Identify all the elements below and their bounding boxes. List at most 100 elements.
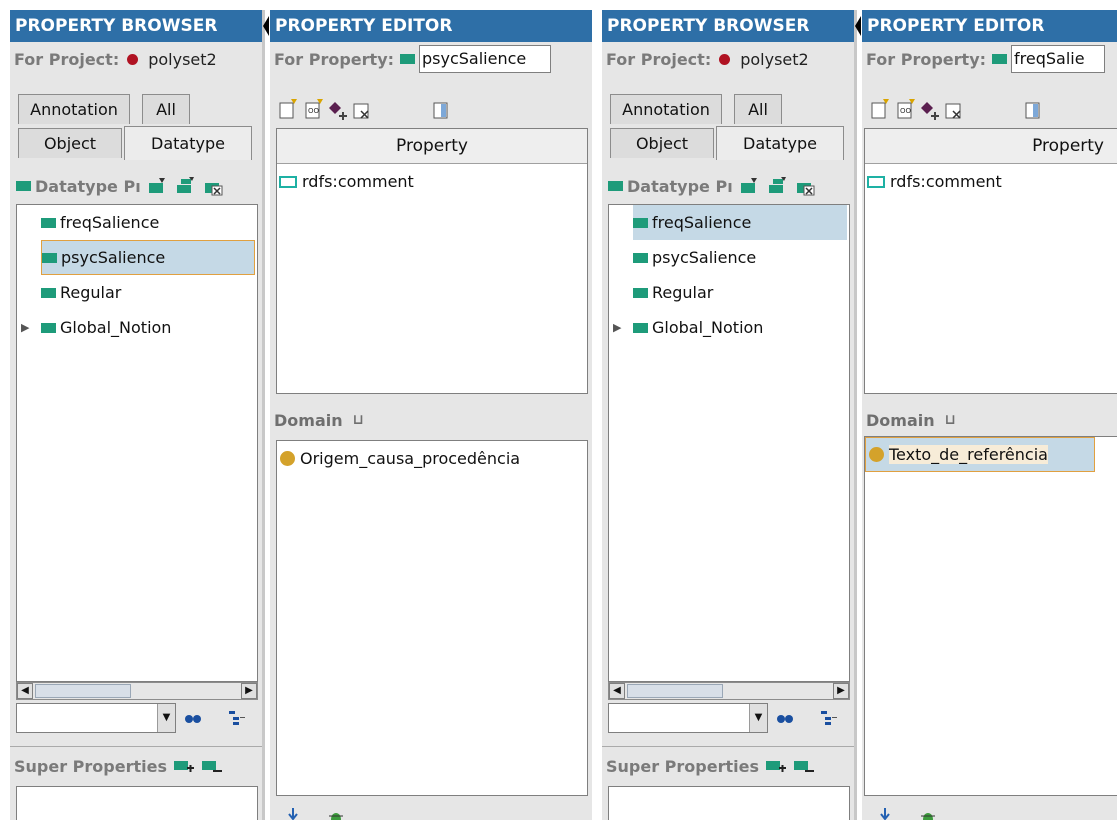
add-superproperty-icon[interactable] — [765, 758, 787, 776]
add-value-icon[interactable] — [328, 100, 350, 122]
view-panel-icon[interactable] — [1022, 100, 1044, 122]
right-tab-datatype[interactable]: Datatype — [716, 126, 844, 160]
left-search-combo[interactable]: ▼ — [16, 703, 176, 733]
datatype-icon — [41, 287, 56, 298]
column-header-property[interactable]: Property — [277, 129, 587, 164]
find-icon[interactable] — [184, 712, 202, 726]
property-row-label: rdfs:comment — [302, 172, 414, 191]
import-icon[interactable] — [876, 808, 898, 820]
import-icon[interactable] — [284, 808, 306, 820]
left-super-properties-header: Super Properties — [10, 746, 262, 786]
edit-instance-icon[interactable]: OO — [304, 98, 326, 120]
add-value-icon[interactable] — [920, 100, 942, 122]
left-property-editor: PROPERTY EDITOR For Property: psycSalien… — [270, 10, 592, 820]
view-panel-icon[interactable] — [430, 100, 452, 122]
left-section-title: Datatype Pı — [35, 176, 141, 196]
property-row-label: rdfs:comment — [890, 172, 1002, 191]
scroll-left-arrow[interactable]: ◀ — [609, 683, 625, 699]
left-tab-object[interactable]: Object — [18, 128, 122, 158]
delete-property-icon[interactable] — [203, 176, 223, 196]
domain-union-icon: ⊔ — [352, 412, 364, 428]
right-property-label: For Property: — [866, 49, 987, 69]
new-instance-icon[interactable] — [278, 98, 300, 120]
create-subproperty-icon[interactable] — [175, 176, 195, 196]
column-header-property[interactable]: Property — [865, 129, 1117, 164]
scroll-left-arrow[interactable]: ◀ — [17, 683, 33, 699]
right-project-row: For Project: polyset2 — [602, 42, 854, 76]
left-property-tree: freqSalience psycSalience Regular ▶ Globa… — [16, 204, 258, 682]
left-tab-all[interactable]: All — [142, 94, 190, 124]
tree-item-selected[interactable]: freqSalience — [633, 205, 847, 240]
right-property-browser: PROPERTY BROWSER For Project: polyset2 A… — [602, 10, 854, 820]
create-property-icon[interactable] — [147, 176, 167, 196]
datatype-icon — [992, 54, 1008, 64]
datatype-icon — [633, 217, 648, 228]
left-property-name-field[interactable]: psycSalience — [419, 45, 552, 73]
scroll-thumb[interactable] — [627, 684, 723, 698]
delete-property-icon[interactable] — [795, 176, 815, 196]
property-row[interactable]: rdfs:comment — [277, 164, 587, 199]
tree-item[interactable]: Regular — [609, 275, 849, 310]
left-tab-annotation[interactable]: Annotation — [18, 94, 130, 124]
remove-superproperty-icon[interactable] — [793, 758, 815, 776]
scroll-right-arrow[interactable]: ▶ — [241, 683, 257, 699]
left-project-row: For Project: polyset2 — [10, 42, 262, 76]
right-section-title: Datatype Pı — [627, 176, 733, 196]
right-property-tree: freqSalience psycSalience Regular ▶ Globa… — [608, 204, 850, 682]
create-property-icon[interactable] — [739, 176, 759, 196]
right-property-name-field[interactable]: freqSalie — [1011, 45, 1106, 73]
view-options-icon[interactable] — [228, 710, 246, 726]
add-superproperty-icon[interactable] — [173, 758, 195, 776]
class-icon — [280, 451, 295, 466]
collapse-arrow-icon[interactable] — [854, 16, 862, 36]
tree-item-selected[interactable]: psycSalience — [41, 240, 255, 275]
new-instance-icon[interactable] — [870, 98, 892, 120]
domain-item[interactable]: Origem_causa_procedência — [277, 441, 587, 476]
tree-item-label: Regular — [60, 283, 122, 302]
tree-item[interactable]: Regular — [17, 275, 257, 310]
tree-item-label: Global_Notion — [60, 318, 172, 337]
left-browser-header: PROPERTY BROWSER — [10, 10, 262, 42]
right-tab-annotation[interactable]: Annotation — [610, 94, 722, 124]
create-subproperty-icon[interactable] — [767, 176, 787, 196]
collapse-arrow-icon[interactable] — [262, 16, 270, 36]
scroll-thumb[interactable] — [35, 684, 131, 698]
left-hscrollbar[interactable]: ◀ ▶ — [16, 682, 258, 700]
right-browser-header: PROPERTY BROWSER — [602, 10, 854, 42]
right-search-combo[interactable]: ▼ — [608, 703, 768, 733]
remove-value-icon[interactable] — [944, 100, 966, 122]
left-editor-header: PROPERTY EDITOR — [270, 10, 592, 42]
remove-value-icon[interactable] — [352, 100, 374, 122]
expand-arrow-icon[interactable]: ▶ — [21, 321, 41, 334]
tree-item[interactable]: ▶ Global_Notion — [17, 310, 257, 345]
datatype-icon — [633, 252, 648, 263]
tree-item-label: Regular — [652, 283, 714, 302]
dropdown-arrow-icon[interactable]: ▼ — [157, 704, 175, 732]
find-icon[interactable] — [776, 712, 794, 726]
right-splitter[interactable] — [854, 10, 857, 820]
debug-icon[interactable] — [918, 808, 940, 820]
tree-item[interactable]: ▶ Global_Notion — [609, 310, 849, 345]
edit-instance-icon[interactable]: OO — [896, 98, 918, 120]
property-row[interactable]: rdfs:comment — [865, 164, 1117, 199]
super-properties-label: Super Properties — [14, 757, 167, 776]
scroll-right-arrow[interactable]: ▶ — [833, 683, 849, 699]
view-options-icon[interactable] — [820, 710, 838, 726]
right-tab-all[interactable]: All — [734, 94, 782, 124]
left-splitter[interactable] — [262, 10, 265, 820]
right-property-editor: PROPERTY EDITOR For Property: freqSalie … — [862, 10, 1117, 820]
left-tab-datatype[interactable]: Datatype — [124, 126, 252, 160]
remove-superproperty-icon[interactable] — [201, 758, 223, 776]
dropdown-arrow-icon[interactable]: ▼ — [749, 704, 767, 732]
tree-item-label: Global_Notion — [652, 318, 764, 337]
right-tab-object[interactable]: Object — [610, 128, 714, 158]
expand-arrow-icon[interactable]: ▶ — [613, 321, 633, 334]
datatype-icon — [16, 181, 31, 191]
debug-icon[interactable] — [326, 808, 348, 820]
project-icon — [127, 53, 139, 65]
domain-item-selected[interactable]: Texto_de_referência — [865, 437, 1095, 472]
tree-item[interactable]: freqSalience — [17, 205, 257, 240]
right-hscrollbar[interactable]: ◀ ▶ — [608, 682, 850, 700]
right-super-properties-list — [608, 786, 850, 820]
tree-item[interactable]: psycSalience — [609, 240, 849, 275]
